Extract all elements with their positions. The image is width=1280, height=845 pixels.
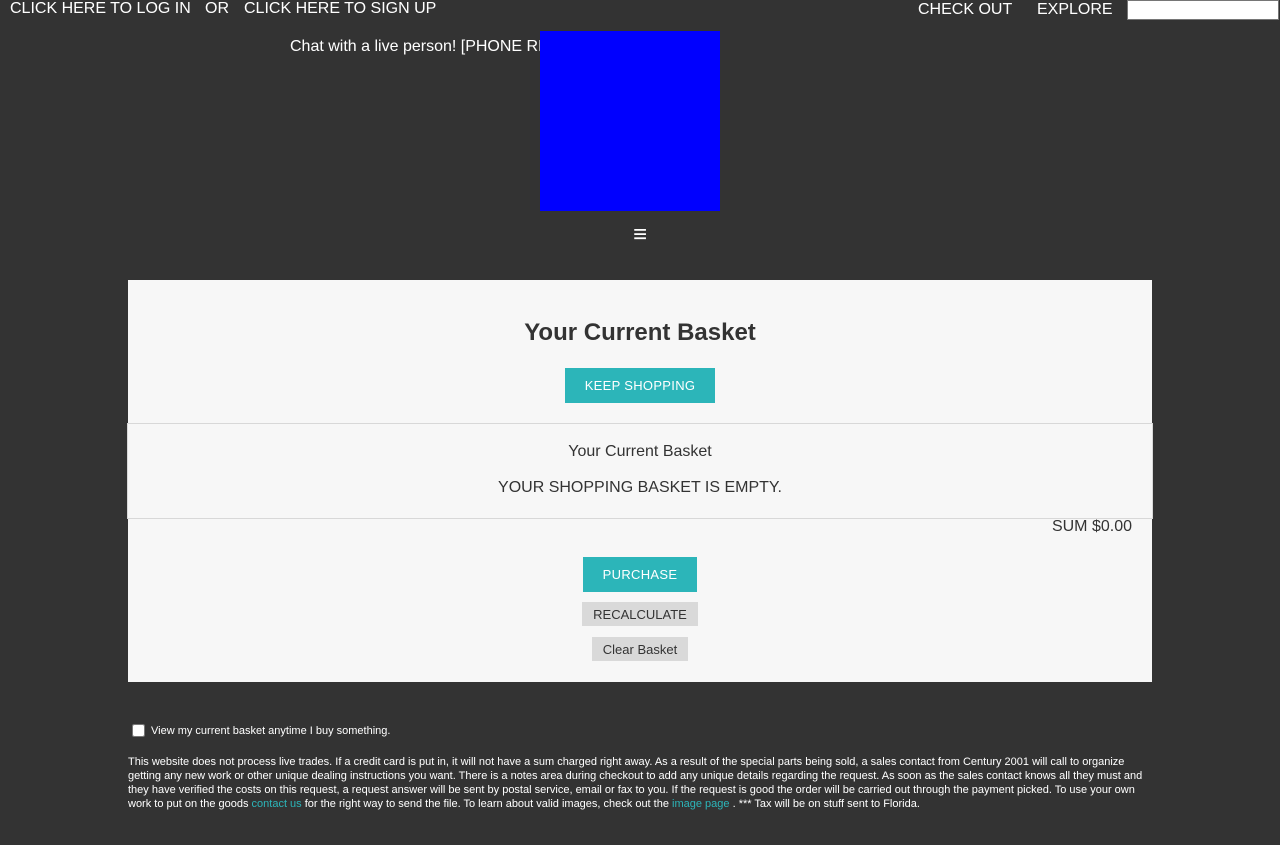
empty-basket-message: YOUR SHOPPING BASKET IS EMPTY. <box>498 479 782 496</box>
view-basket-checkbox-label: View my current basket anytime I buy som… <box>151 724 391 737</box>
image-page-link[interactable]: image page <box>672 798 730 810</box>
basket-sum: SUM $0.00 <box>1051 518 1132 535</box>
or-separator: OR <box>205 0 229 17</box>
page-title: Your Current Basket <box>524 319 756 346</box>
basket-caption: Your Current Basket <box>568 443 712 460</box>
explore-link[interactable]: EXPLORE <box>1037 1 1113 19</box>
keep-shopping-button[interactable]: KEEP SHOPPING <box>565 368 715 403</box>
contact-us-link[interactable]: contact us <box>252 798 302 810</box>
basket-contents: Your Current Basket YOUR SHOPPING BASKET… <box>127 423 1153 519</box>
search-input[interactable] <box>1127 0 1279 20</box>
login-link[interactable]: CLICK HERE TO LOG IN <box>10 0 191 18</box>
disclaimer-text: This website does not process live trade… <box>128 755 1153 811</box>
logo[interactable] <box>540 31 720 211</box>
view-basket-checkbox[interactable] <box>132 724 145 737</box>
checkout-link[interactable]: CHECK OUT <box>918 1 1012 19</box>
recalculate-button[interactable]: RECALCULATE <box>582 602 698 626</box>
disclaimer-part2: for the right way to send the file. To l… <box>304 798 669 810</box>
clear-basket-button[interactable]: Clear Basket <box>592 637 688 661</box>
purchase-button[interactable]: PURCHASE <box>583 557 697 592</box>
hamburger-menu-icon[interactable]: ≡ <box>630 222 650 248</box>
basket-panel: Your Current Basket KEEP SHOPPING Your C… <box>127 280 1153 682</box>
signup-link[interactable]: CLICK HERE TO SIGN UP <box>244 0 436 18</box>
view-basket-option: View my current basket anytime I buy som… <box>132 724 390 737</box>
disclaimer-part3: . *** Tax will be on stuff sent to Flori… <box>732 798 920 810</box>
